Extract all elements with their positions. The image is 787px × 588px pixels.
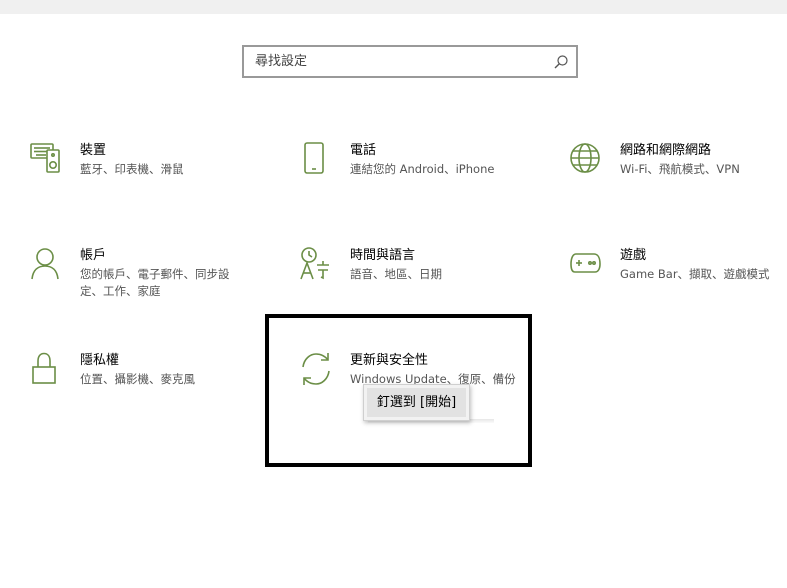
tile-title: 時間與語言 bbox=[350, 248, 416, 263]
tile-title: 裝置 bbox=[80, 143, 107, 158]
context-menu: 釘選到 [開始] bbox=[363, 384, 470, 421]
globe-icon bbox=[570, 142, 602, 176]
tile-title: 隱私權 bbox=[80, 353, 120, 368]
language-icon bbox=[300, 247, 332, 281]
settings-tile-gaming[interactable]: 遊戲 Game Bar、擷取、遊戲模式 bbox=[570, 247, 787, 327]
search-icon[interactable] bbox=[553, 54, 569, 70]
tile-description: 位置、攝影機、麥克風 bbox=[80, 372, 195, 386]
tile-description: Game Bar、擷取、遊戲模式 bbox=[620, 267, 770, 281]
tile-title: 網路和網際網路 bbox=[620, 143, 712, 158]
title-bar bbox=[0, 0, 787, 14]
settings-tile-devices[interactable]: 裝置 藍牙、印表機、滑鼠 bbox=[30, 142, 290, 222]
search-box[interactable] bbox=[242, 45, 578, 78]
settings-tile-network[interactable]: 網路和網際網路 Wi-Fi、飛航模式、VPN bbox=[570, 142, 787, 222]
pin-to-start-menu-item[interactable]: 釘選到 [開始] bbox=[367, 388, 466, 417]
tile-description: 語音、地區、日期 bbox=[350, 267, 442, 281]
search-input[interactable] bbox=[244, 47, 555, 76]
person-icon bbox=[30, 247, 62, 281]
tile-title: 遊戲 bbox=[620, 248, 647, 263]
settings-tile-privacy[interactable]: 隱私權 位置、攝影機、麥克風 bbox=[30, 352, 290, 432]
game-controller-icon bbox=[570, 247, 602, 281]
tile-title: 帳戶 bbox=[80, 248, 107, 263]
tile-description: 藍牙、印表機、滑鼠 bbox=[80, 162, 184, 176]
tile-title: 電話 bbox=[350, 143, 377, 158]
tile-description: 連結您的 Android、iPhone bbox=[350, 162, 495, 176]
settings-tile-accounts[interactable]: 帳戶 您的帳戶、電子郵件、同步設定、工作、家庭 bbox=[30, 247, 290, 327]
keyboard-speaker-icon bbox=[30, 142, 62, 176]
phone-icon bbox=[300, 142, 332, 176]
lock-icon bbox=[30, 352, 62, 386]
settings-tile-phone[interactable]: 電話 連結您的 Android、iPhone bbox=[300, 142, 560, 222]
tile-description: 您的帳戶、電子郵件、同步設定、工作、家庭 bbox=[80, 267, 230, 298]
tile-description: Wi-Fi、飛航模式、VPN bbox=[620, 162, 740, 176]
